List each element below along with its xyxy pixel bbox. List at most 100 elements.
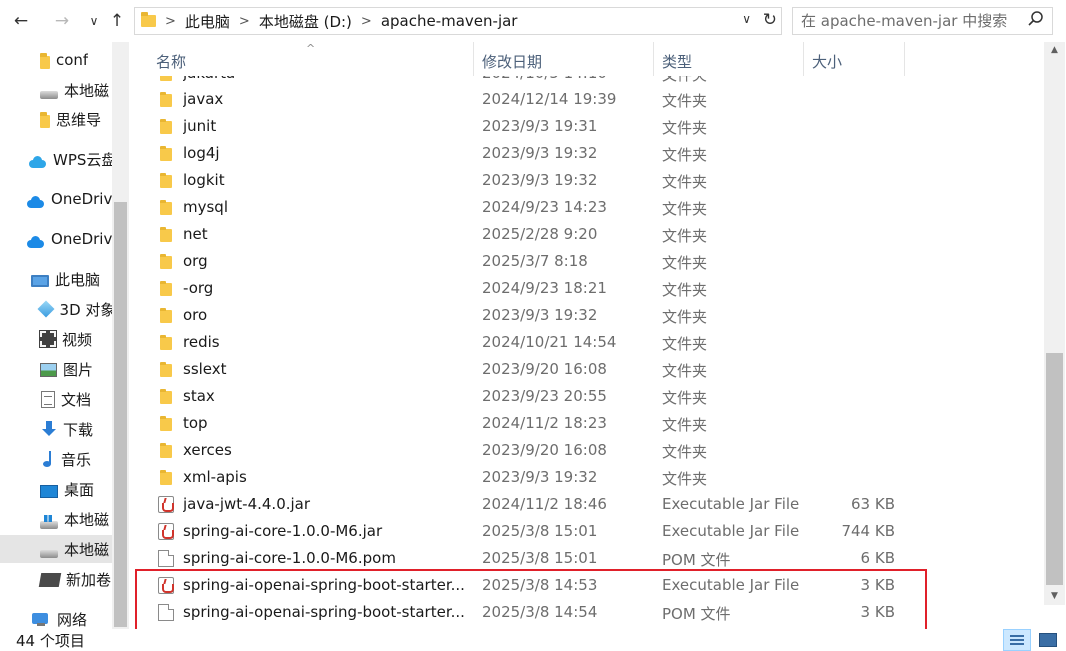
folder-icon [158,442,174,459]
file-date: 2024/10/21 14:54 [482,333,617,351]
table-row[interactable]: xerces 2023/9/20 16:08 文件夹 [148,437,1030,464]
file-list: 名称 ^ 修改日期 类型 大小 jakarta 2024/10/5 14:10 … [130,42,1044,629]
breadcrumb-this-pc[interactable]: 此电脑 [185,11,230,32]
nav-item-local-disk[interactable]: 本地磁 [0,76,112,104]
table-row[interactable]: log4j 2023/9/3 19:32 文件夹 [148,140,1030,167]
breadcrumb-local-disk-d[interactable]: 本地磁盘 (D:) [259,11,352,32]
forward-button[interactable]: → [49,8,75,34]
file-date: 2024/9/23 14:23 [482,198,607,216]
file-name: junit [183,117,217,135]
table-row[interactable]: spring-ai-openai-spring-boot-starter... 2… [148,572,1030,599]
folder-icon [141,12,156,27]
file-name: net [183,225,208,243]
nav-item-local-disk-c[interactable]: 本地磁 [0,505,112,533]
nav-item-conf[interactable]: conf [0,46,112,74]
column-header-date[interactable]: 修改日期 [474,42,654,76]
table-row[interactable]: logkit 2023/9/3 19:32 文件夹 [148,167,1030,194]
sd-drive-icon [38,573,62,587]
file-type: POM 文件 [662,551,731,569]
nav-item-new-volume[interactable]: 新加卷 [0,565,112,593]
folder-icon [158,118,174,135]
search-box[interactable] [792,7,1053,35]
file-type: 文件夹 [662,470,708,488]
file-name: -org [183,279,214,297]
scroll-down-arrow-icon[interactable]: ▼ [1044,588,1065,605]
onedrive-icon [25,236,45,248]
navigation-pane: conf 本地磁 思维导 WPS云盘 OneDrive OneDrive 此电脑… [0,42,130,629]
large-icons-view-button[interactable] [1036,629,1058,651]
nav-item-music[interactable]: 音乐 [0,445,112,473]
nav-item-downloads[interactable]: 下载 [0,415,112,443]
file-date: 2024/12/14 19:39 [482,90,617,108]
table-row[interactable]: org 2025/3/7 8:18 文件夹 [148,248,1030,275]
file-list-scrollbar[interactable]: ▲ ▼ [1044,42,1065,605]
file-type: 文件夹 [662,119,708,137]
file-size: 744 KB [841,522,895,540]
breadcrumb-separator[interactable]: > [361,14,372,29]
nav-item-label: 本地磁 [64,540,110,559]
table-row[interactable]: net 2025/2/28 9:20 文件夹 [148,221,1030,248]
file-date: 2024/11/2 18:23 [482,414,607,432]
table-row[interactable]: javax 2024/12/14 19:39 文件夹 [148,86,1030,113]
nav-item-documents[interactable]: 文档 [0,385,112,413]
nav-item-desktop[interactable]: 桌面 [0,475,112,503]
nav-item-mindmap[interactable]: 思维导 [0,105,112,133]
file-name: oro [183,306,208,324]
table-row[interactable]: redis 2024/10/21 14:54 文件夹 [148,329,1030,356]
table-row[interactable]: -org 2024/9/23 18:21 文件夹 [148,275,1030,302]
address-box[interactable]: > 此电脑 > 本地磁盘 (D:) > apache-maven-jar ∨ ↻ [134,7,782,35]
nav-item-onedrive-1[interactable]: OneDrive [0,185,112,213]
folder-icon [158,415,174,432]
column-header-size[interactable]: 大小 [804,42,905,76]
folder-icon [158,307,174,324]
nav-item-wps-cloud[interactable]: WPS云盘 [0,145,112,173]
music-icon [41,450,55,468]
file-list-scroll-thumb[interactable] [1046,353,1063,585]
search-input[interactable] [801,11,1023,31]
up-button[interactable]: ↑ [104,8,130,34]
nav-item-label: WPS云盘 [52,150,112,169]
table-row[interactable]: junit 2023/9/3 19:31 文件夹 [148,113,1030,140]
nav-item-3d-objects[interactable]: 3D 对象 [0,295,112,323]
table-row[interactable]: oro 2023/9/3 19:32 文件夹 [148,302,1030,329]
folder-icon [40,111,50,128]
drive-icon [40,550,58,558]
nav-item-this-pc[interactable]: 此电脑 [0,265,112,293]
file-type: 文件夹 [662,92,708,110]
table-row[interactable]: stax 2023/9/23 20:55 文件夹 [148,383,1030,410]
table-row[interactable]: spring-ai-core-1.0.0-M6.pom 2025/3/8 15:0… [148,545,1030,572]
nav-item-label: 网络 [57,610,88,629]
table-row[interactable]: xml-apis 2023/9/3 19:32 文件夹 [148,464,1030,491]
table-row[interactable]: mysql 2024/9/23 14:23 文件夹 [148,194,1030,221]
nav-item-videos[interactable]: 视频 [0,325,112,353]
nav-item-label: 3D 对象 [59,300,112,319]
nav-pane-scroll-thumb[interactable] [114,202,127,627]
nav-item-network[interactable]: 网络 [0,605,112,629]
breadcrumb-separator: > [165,13,176,29]
details-view-button[interactable] [1003,629,1031,651]
file-type: 文件夹 [662,227,708,245]
column-header-type[interactable]: 类型 [654,42,804,76]
file-name: spring-ai-openai-spring-boot-starter... [183,576,465,594]
nav-item-onedrive-2[interactable]: OneDrive [0,225,112,253]
nav-item-local-disk-d[interactable]: 本地磁 [0,535,112,563]
breadcrumb-separator[interactable]: > [239,14,250,29]
search-icon[interactable] [1027,10,1045,28]
breadcrumb-apache-maven-jar[interactable]: apache-maven-jar [381,12,518,30]
column-header-row: 名称 ^ 修改日期 类型 大小 [130,42,1044,76]
file-date: 2024/11/2 18:46 [482,495,607,513]
table-row[interactable]: top 2024/11/2 18:23 文件夹 [148,410,1030,437]
table-row[interactable]: spring-ai-openai-spring-boot-starter... 2… [148,599,1030,626]
pom-file-icon [158,604,174,621]
nav-pane-scrollbar[interactable] [112,42,129,629]
table-row[interactable]: spring-ai-core-1.0.0-M6.jar 2025/3/8 15:0… [148,518,1030,545]
folder-icon [158,91,174,108]
refresh-icon[interactable]: ↻ [763,10,777,30]
back-button[interactable]: ← [8,8,34,34]
address-history-dropdown[interactable]: ∨ [742,12,751,26]
back-arrow-icon: ← [13,11,29,31]
nav-item-pictures[interactable]: 图片 [0,355,112,383]
table-row[interactable]: java-jwt-4.4.0.jar 2024/11/2 18:46 Executa… [148,491,1030,518]
scroll-up-arrow-icon[interactable]: ▲ [1044,42,1065,59]
table-row[interactable]: sslext 2023/9/20 16:08 文件夹 [148,356,1030,383]
